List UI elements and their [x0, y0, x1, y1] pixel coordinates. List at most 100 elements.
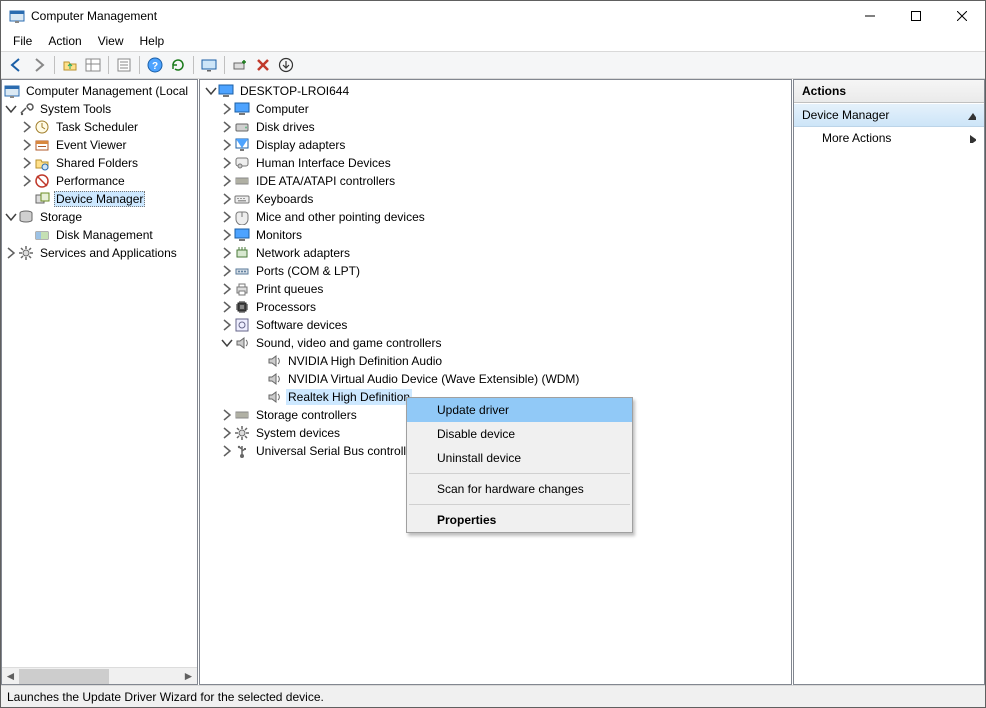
toolbar-show-hide-tree-button[interactable]: [82, 54, 104, 76]
device-category[interactable]: Software devices: [200, 316, 791, 334]
expand-icon[interactable]: [20, 174, 34, 188]
expand-icon[interactable]: [220, 264, 234, 278]
expand-icon[interactable]: [220, 426, 234, 440]
expand-icon[interactable]: [220, 408, 234, 422]
sound-icon: [266, 371, 282, 387]
tree-root[interactable]: Computer Management (Local: [2, 82, 197, 100]
device-category[interactable]: Print queues: [200, 280, 791, 298]
tree-task-scheduler[interactable]: Task Scheduler: [2, 118, 197, 136]
toolbar-uninstall-button[interactable]: [252, 54, 274, 76]
devicemanager-icon: [34, 191, 50, 207]
scroll-left-arrow-icon[interactable]: ◄: [2, 668, 19, 685]
actions-more-actions[interactable]: More Actions: [794, 127, 984, 149]
expand-icon[interactable]: [220, 174, 234, 188]
device-category[interactable]: Ports (COM & LPT): [200, 262, 791, 280]
computer-management-window: Computer Management File Action View Hel…: [0, 0, 986, 708]
tree-shared-folders[interactable]: Shared Folders: [2, 154, 197, 172]
expand-icon[interactable]: [220, 156, 234, 170]
device-item[interactable]: NVIDIA Virtual Audio Device (Wave Extens…: [200, 370, 791, 388]
toolbar-scan-hardware-button[interactable]: [198, 54, 220, 76]
menubar: File Action View Help: [1, 31, 985, 51]
expand-icon[interactable]: [220, 102, 234, 116]
minimize-button[interactable]: [847, 1, 893, 31]
menu-action[interactable]: Action: [40, 32, 89, 50]
context-update-driver[interactable]: Update driver: [407, 398, 632, 422]
usb-icon: [234, 443, 250, 459]
tree-event-viewer[interactable]: Event Viewer: [2, 136, 197, 154]
expand-icon[interactable]: [4, 246, 18, 260]
device-category[interactable]: Mice and other pointing devices: [200, 208, 791, 226]
eventviewer-icon: [34, 137, 50, 153]
expand-icon[interactable]: [220, 246, 234, 260]
collapse-icon[interactable]: [220, 336, 234, 350]
device-tree[interactable]: DESKTOP-LROI644ComputerDisk drivesDispla…: [200, 80, 791, 684]
close-button[interactable]: [939, 1, 985, 31]
collapse-icon[interactable]: [4, 210, 18, 224]
expand-icon[interactable]: [220, 228, 234, 242]
expand-icon[interactable]: [220, 318, 234, 332]
toolbar-update-driver-button[interactable]: [275, 54, 297, 76]
left-pane-hscrollbar[interactable]: ◄ ►: [2, 667, 197, 684]
tree-storage[interactable]: Storage: [2, 208, 197, 226]
console-tree-pane: Computer Management (Local System Tools …: [1, 79, 198, 685]
actions-pane: Actions Device Manager More Actions: [793, 79, 985, 685]
expand-icon[interactable]: [220, 138, 234, 152]
expand-icon[interactable]: [220, 210, 234, 224]
toolbar-back-button[interactable]: [5, 54, 27, 76]
device-root[interactable]: DESKTOP-LROI644: [200, 82, 791, 100]
toolbar-refresh-button[interactable]: [167, 54, 189, 76]
toolbar-properties-button[interactable]: [113, 54, 135, 76]
expand-icon[interactable]: [20, 138, 34, 152]
diskmgmt-icon: [34, 227, 50, 243]
device-category[interactable]: Processors: [200, 298, 791, 316]
context-properties[interactable]: Properties: [407, 508, 632, 532]
sharedfolders-icon: [34, 155, 50, 171]
toolbar-up-button[interactable]: [59, 54, 81, 76]
expand-icon[interactable]: [220, 300, 234, 314]
device-category[interactable]: Network adapters: [200, 244, 791, 262]
scroll-right-arrow-icon[interactable]: ►: [180, 668, 197, 685]
actions-group-device-manager[interactable]: Device Manager: [794, 103, 984, 127]
toolbar-forward-button[interactable]: [28, 54, 50, 76]
hid-icon: [234, 155, 250, 171]
device-category[interactable]: Sound, video and game controllers: [200, 334, 791, 352]
maximize-button[interactable]: [893, 1, 939, 31]
device-category[interactable]: IDE ATA/ATAPI controllers: [200, 172, 791, 190]
scroll-thumb[interactable]: [19, 669, 109, 684]
toolbar-help-button[interactable]: [144, 54, 166, 76]
tree-system-tools[interactable]: System Tools: [2, 100, 197, 118]
menu-help[interactable]: Help: [132, 32, 173, 50]
toolbar-add-legacy-button[interactable]: [229, 54, 251, 76]
collapse-icon[interactable]: [204, 84, 218, 98]
tree-disk-management[interactable]: Disk Management: [2, 226, 197, 244]
performance-icon: [34, 173, 50, 189]
port-icon: [234, 263, 250, 279]
context-scan-hardware[interactable]: Scan for hardware changes: [407, 477, 632, 501]
printer-icon: [234, 281, 250, 297]
device-category[interactable]: Computer: [200, 100, 791, 118]
toolbar: [1, 51, 985, 79]
tree-services-apps[interactable]: Services and Applications: [2, 244, 197, 262]
context-uninstall-device[interactable]: Uninstall device: [407, 446, 632, 470]
menu-view[interactable]: View: [90, 32, 132, 50]
device-category[interactable]: Display adapters: [200, 136, 791, 154]
device-item[interactable]: NVIDIA High Definition Audio: [200, 352, 791, 370]
device-category[interactable]: Keyboards: [200, 190, 791, 208]
device-category[interactable]: Human Interface Devices: [200, 154, 791, 172]
expand-icon[interactable]: [220, 444, 234, 458]
tree-performance[interactable]: Performance: [2, 172, 197, 190]
tree-device-manager[interactable]: Device Manager: [2, 190, 197, 208]
device-category[interactable]: Monitors: [200, 226, 791, 244]
console-tree[interactable]: Computer Management (Local System Tools …: [2, 80, 197, 667]
expand-icon[interactable]: [220, 120, 234, 134]
expand-icon[interactable]: [220, 282, 234, 296]
device-category[interactable]: Disk drives: [200, 118, 791, 136]
context-disable-device[interactable]: Disable device: [407, 422, 632, 446]
menu-file[interactable]: File: [5, 32, 40, 50]
network-icon: [234, 245, 250, 261]
context-separator: [409, 504, 630, 505]
expand-icon[interactable]: [220, 192, 234, 206]
expand-icon[interactable]: [20, 156, 34, 170]
expand-icon[interactable]: [20, 120, 34, 134]
collapse-icon[interactable]: [4, 102, 18, 116]
